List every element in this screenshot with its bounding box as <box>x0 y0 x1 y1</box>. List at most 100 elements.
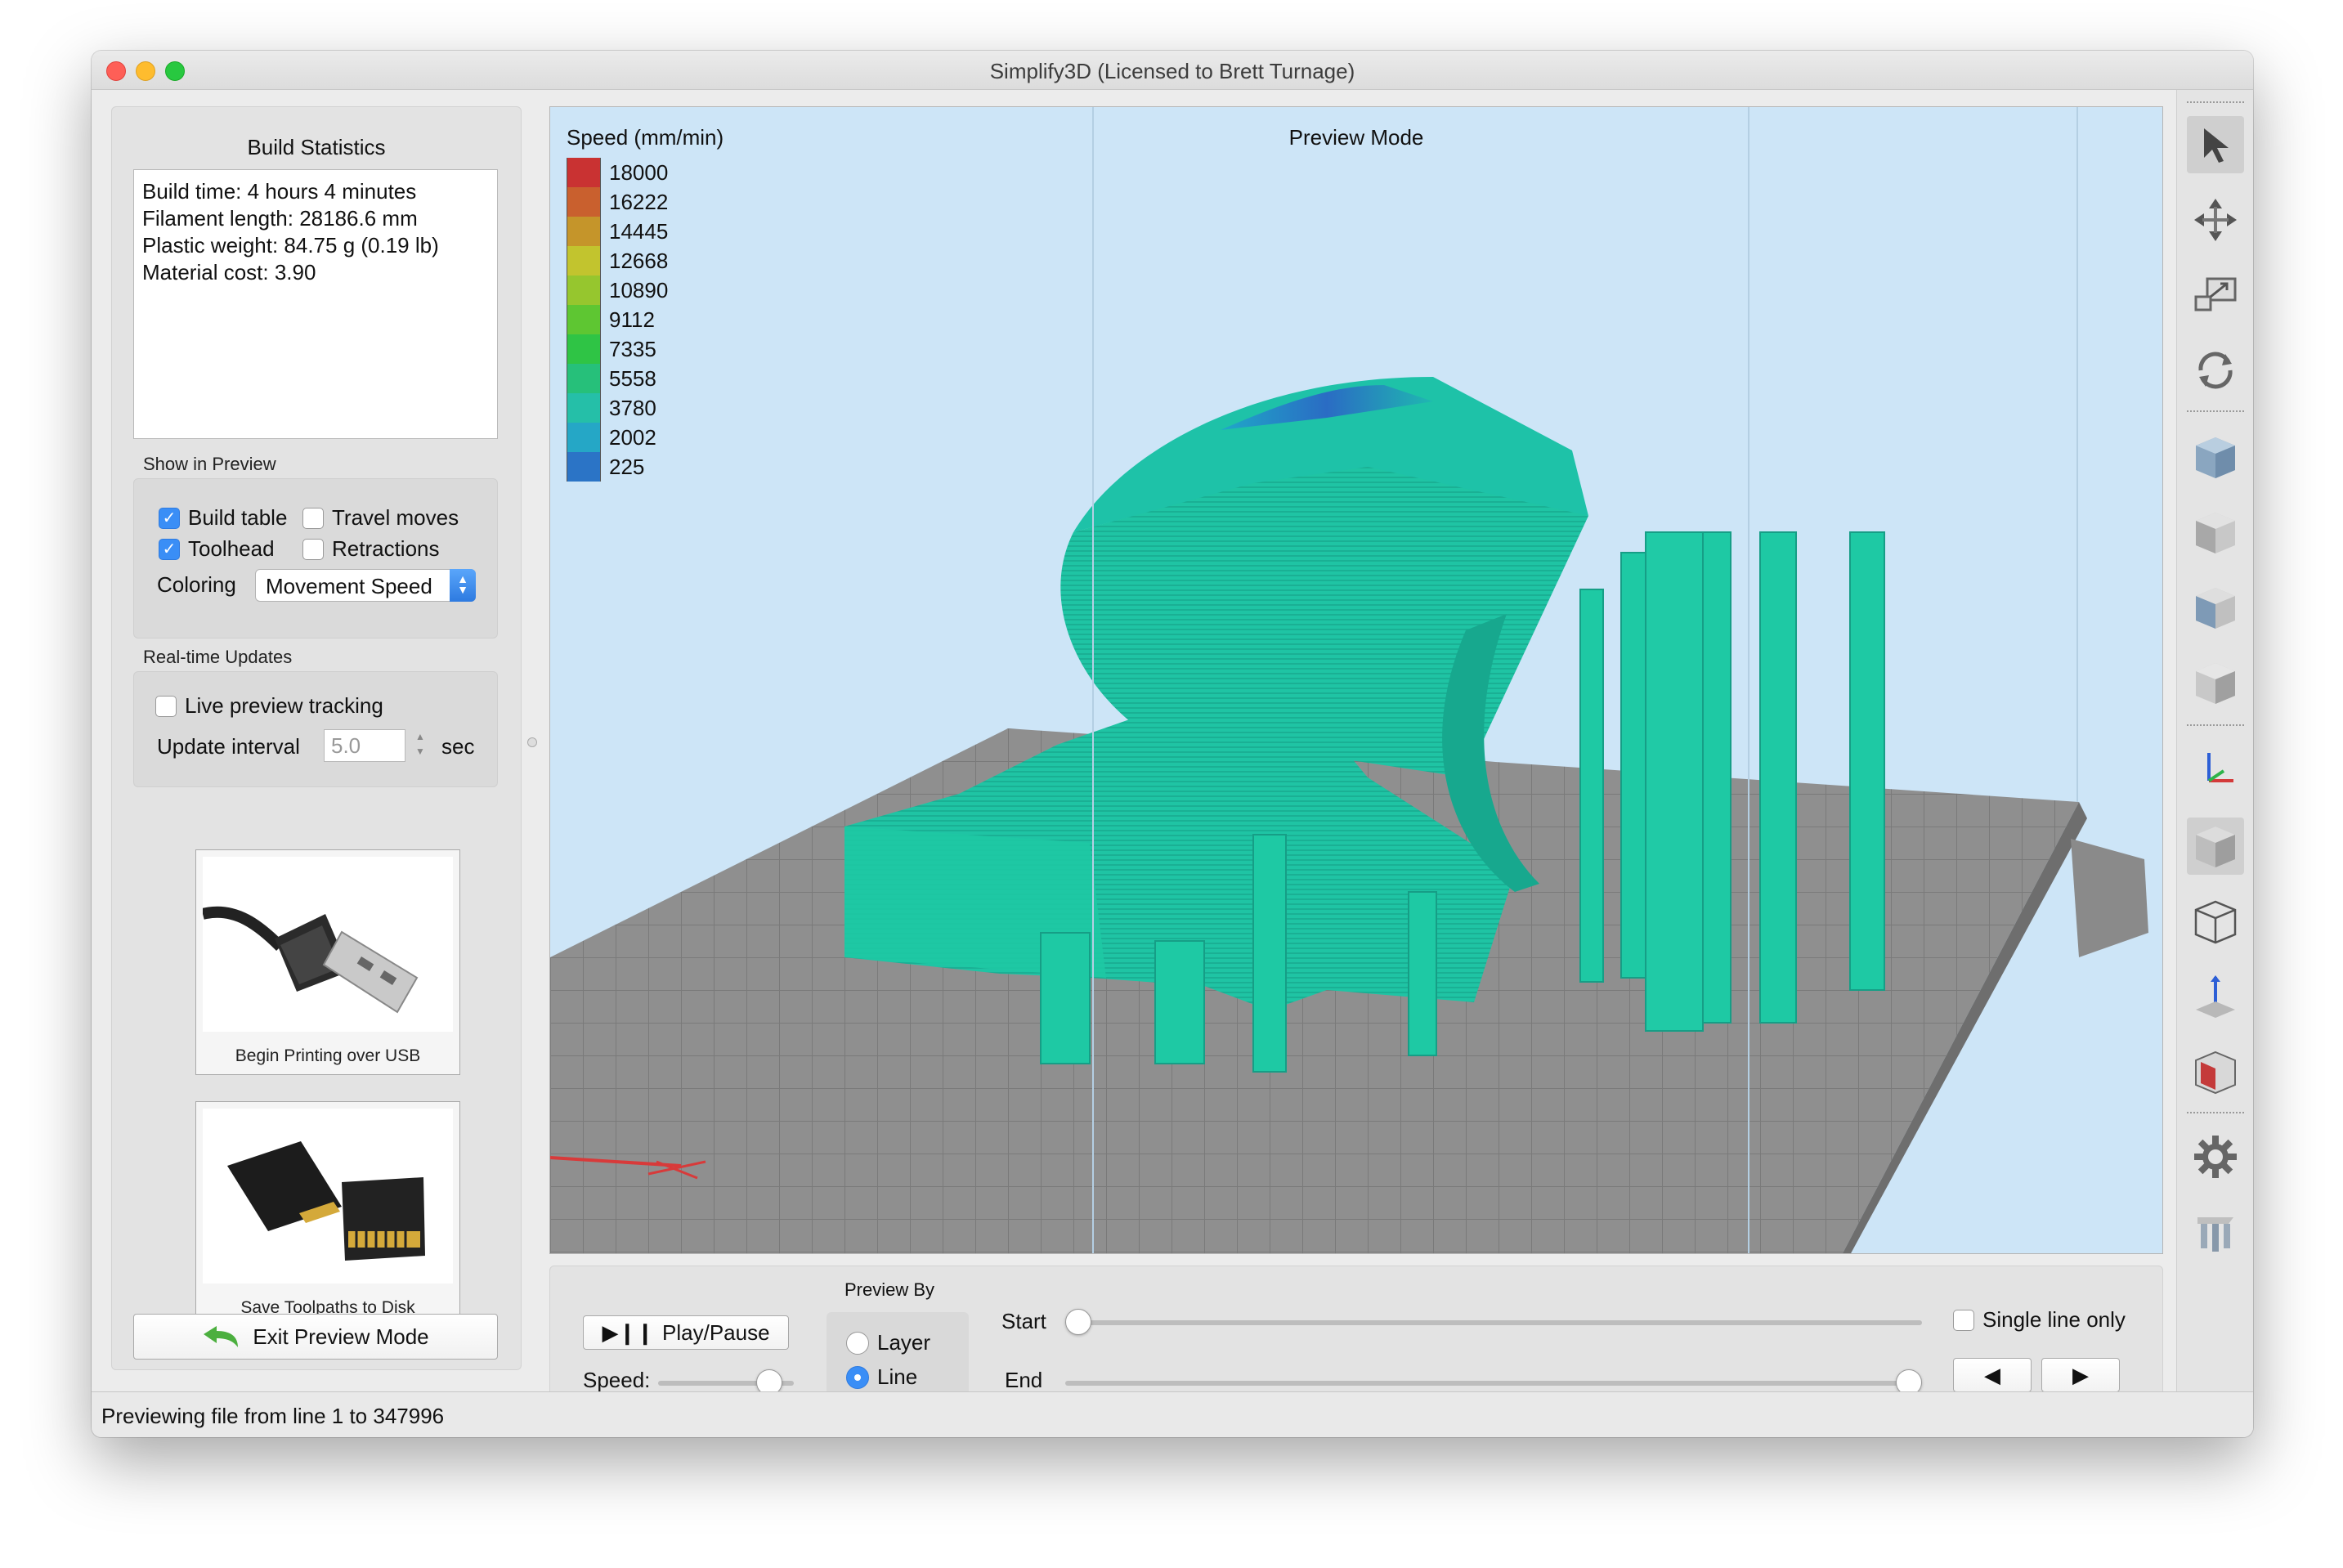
build-statistics-box: Build time: 4 hours 4 minutes Filament l… <box>133 169 498 439</box>
title-bar: Simplify3D (Licensed to Brett Turnage) <box>92 51 2253 90</box>
play-pause-icon: ▶❙❙ <box>602 1319 655 1345</box>
end-slider-track[interactable] <box>1065 1381 1922 1386</box>
view-toolbar <box>2176 90 2253 1391</box>
preview-mode-label: Preview Mode <box>1288 125 1424 150</box>
rotate-tool-button[interactable] <box>2187 342 2244 399</box>
start-slider-track[interactable] <box>1065 1320 1922 1325</box>
scale-tool-button[interactable] <box>2187 267 2244 324</box>
settings-button[interactable] <box>2187 1128 2244 1185</box>
view-left-button[interactable] <box>2187 579 2244 636</box>
save-toolpaths-disk-button[interactable]: Save Toolpaths to Disk <box>195 1101 460 1327</box>
end-label: End <box>1005 1368 1043 1392</box>
solid-view-button[interactable] <box>2187 818 2244 875</box>
updown-arrows-icon: ▲ ▼ <box>450 569 476 602</box>
select-tool-button[interactable] <box>2187 116 2244 173</box>
start-label: Start <box>1001 1309 1046 1333</box>
back-arrow-icon <box>204 1326 239 1347</box>
retractions-checkbox[interactable]: Retractions <box>302 536 440 562</box>
single-line-only-label: Single line only <box>1982 1307 2126 1332</box>
build-table-label: Build table <box>188 505 288 530</box>
legend-swatch <box>567 334 601 364</box>
exit-preview-mode-label: Exit Preview Mode <box>253 1324 429 1349</box>
legend-swatch <box>567 364 601 393</box>
start-slider-knob[interactable] <box>1065 1309 1091 1335</box>
support-pillars-icon <box>2197 1217 2233 1252</box>
play-pause-button[interactable]: ▶❙❙ Play/Pause <box>583 1315 789 1350</box>
legend-value: 3780 <box>609 395 656 420</box>
legend-value: 2002 <box>609 424 656 450</box>
legend-value: 12668 <box>609 248 669 273</box>
usb-tile-label: Begin Printing over USB <box>235 1046 421 1065</box>
line-radio-label: Line <box>877 1364 918 1389</box>
toolpath-model <box>844 377 1885 1073</box>
legend-swatch <box>567 393 601 423</box>
cross-section-button[interactable] <box>2187 968 2244 1025</box>
travel-moves-label: Travel moves <box>332 505 459 530</box>
legend-swatch <box>567 276 601 305</box>
scene-render <box>550 107 2148 1253</box>
legend-value: 7335 <box>609 336 656 361</box>
layer-radio-label: Layer <box>877 1330 931 1355</box>
legend-row: 5558 <box>567 364 656 393</box>
legend-value: 9112 <box>609 307 655 332</box>
layer-radio[interactable]: Layer <box>846 1330 930 1355</box>
wireframe-view-button[interactable] <box>2187 893 2244 950</box>
legend-row: 9112 <box>567 305 655 334</box>
scale-icon <box>2194 277 2237 311</box>
step-back-button[interactable]: ◀ <box>1953 1358 2032 1392</box>
legend-swatch <box>567 246 601 276</box>
speed-label: Speed: <box>583 1368 651 1392</box>
panel-splitter-handle[interactable] <box>527 737 537 747</box>
show-in-preview-group: ✓ Build table Travel moves ✓ Toolhead Re… <box>133 478 498 638</box>
cube-front-icon <box>2196 513 2235 553</box>
3d-preview-viewport[interactable]: Speed (mm/min) 18000 16222 14445 12668 10890… <box>549 106 2163 1254</box>
left-panel: Build Statistics Build time: 4 hours 4 m… <box>111 106 522 1370</box>
coloring-select[interactable]: Movement Speed ▲ ▼ <box>255 569 476 602</box>
stat-material-cost: Material cost: 3.90 <box>142 260 316 284</box>
show-in-preview-label: Show in Preview <box>143 454 276 474</box>
support-tool-button[interactable] <box>2187 1203 2244 1261</box>
section-view-button[interactable] <box>2187 1043 2244 1100</box>
live-preview-tracking-label: Live preview tracking <box>185 693 383 718</box>
legend-row: 7335 <box>567 334 656 364</box>
build-table-checkbox[interactable]: ✓ Build table <box>159 505 287 531</box>
step-forward-button[interactable]: ▶ <box>2041 1358 2120 1392</box>
legend-row: 12668 <box>567 246 668 276</box>
stat-plastic-weight: Plastic weight: 84.75 g (0.19 lb) <box>142 233 439 258</box>
legend-row: 10890 <box>567 276 668 305</box>
usb-cable-image <box>203 857 453 1032</box>
show-axes-button[interactable] <box>2187 742 2244 800</box>
realtime-updates-label: Real-time Updates <box>143 647 293 667</box>
axes-icon <box>2207 753 2233 782</box>
view-front-button[interactable] <box>2187 504 2244 561</box>
travel-moves-checkbox[interactable]: Travel moves <box>302 505 459 531</box>
window-title: Simplify3D (Licensed to Brett Turnage) <box>989 59 1355 83</box>
realtime-updates-group: Live preview tracking Update interval 5.… <box>133 671 498 787</box>
update-interval-label: Update interval <box>157 734 300 759</box>
single-line-only-checkbox[interactable]: Single line only <box>1953 1307 2126 1333</box>
coloring-value: Movement Speed <box>266 574 432 598</box>
live-preview-tracking-checkbox[interactable]: Live preview tracking <box>155 693 383 719</box>
view-right-button[interactable] <box>2187 654 2244 711</box>
legend-value: 5558 <box>609 365 656 391</box>
triangle-right-icon: ▶ <box>2072 1362 2089 1387</box>
legend-row: 16222 <box>567 187 668 217</box>
move-tool-button[interactable] <box>2187 191 2244 249</box>
stat-filament-length: Filament length: 28186.6 mm <box>142 206 418 231</box>
view-iso-button[interactable] <box>2187 428 2244 486</box>
gear-icon <box>2194 1136 2237 1178</box>
toolhead-checkbox[interactable]: ✓ Toolhead <box>159 536 275 562</box>
cube-right-icon <box>2196 663 2235 704</box>
interval-unit: sec <box>441 734 475 759</box>
legend-row: 225 <box>567 452 644 482</box>
legend-swatch <box>567 187 601 217</box>
update-interval-input[interactable]: 5.0 <box>324 729 405 762</box>
cross-section-icon <box>2196 975 2235 1018</box>
solid-cube-icon <box>2196 827 2235 867</box>
interval-stepper[interactable]: ▲ ▼ <box>412 729 428 762</box>
exit-preview-mode-button[interactable]: Exit Preview Mode <box>133 1314 498 1360</box>
coloring-label: Coloring <box>157 572 236 597</box>
line-radio[interactable]: Line <box>846 1364 917 1390</box>
build-statistics-heading: Build Statistics <box>247 135 386 159</box>
begin-printing-usb-button[interactable]: Begin Printing over USB <box>195 849 460 1075</box>
